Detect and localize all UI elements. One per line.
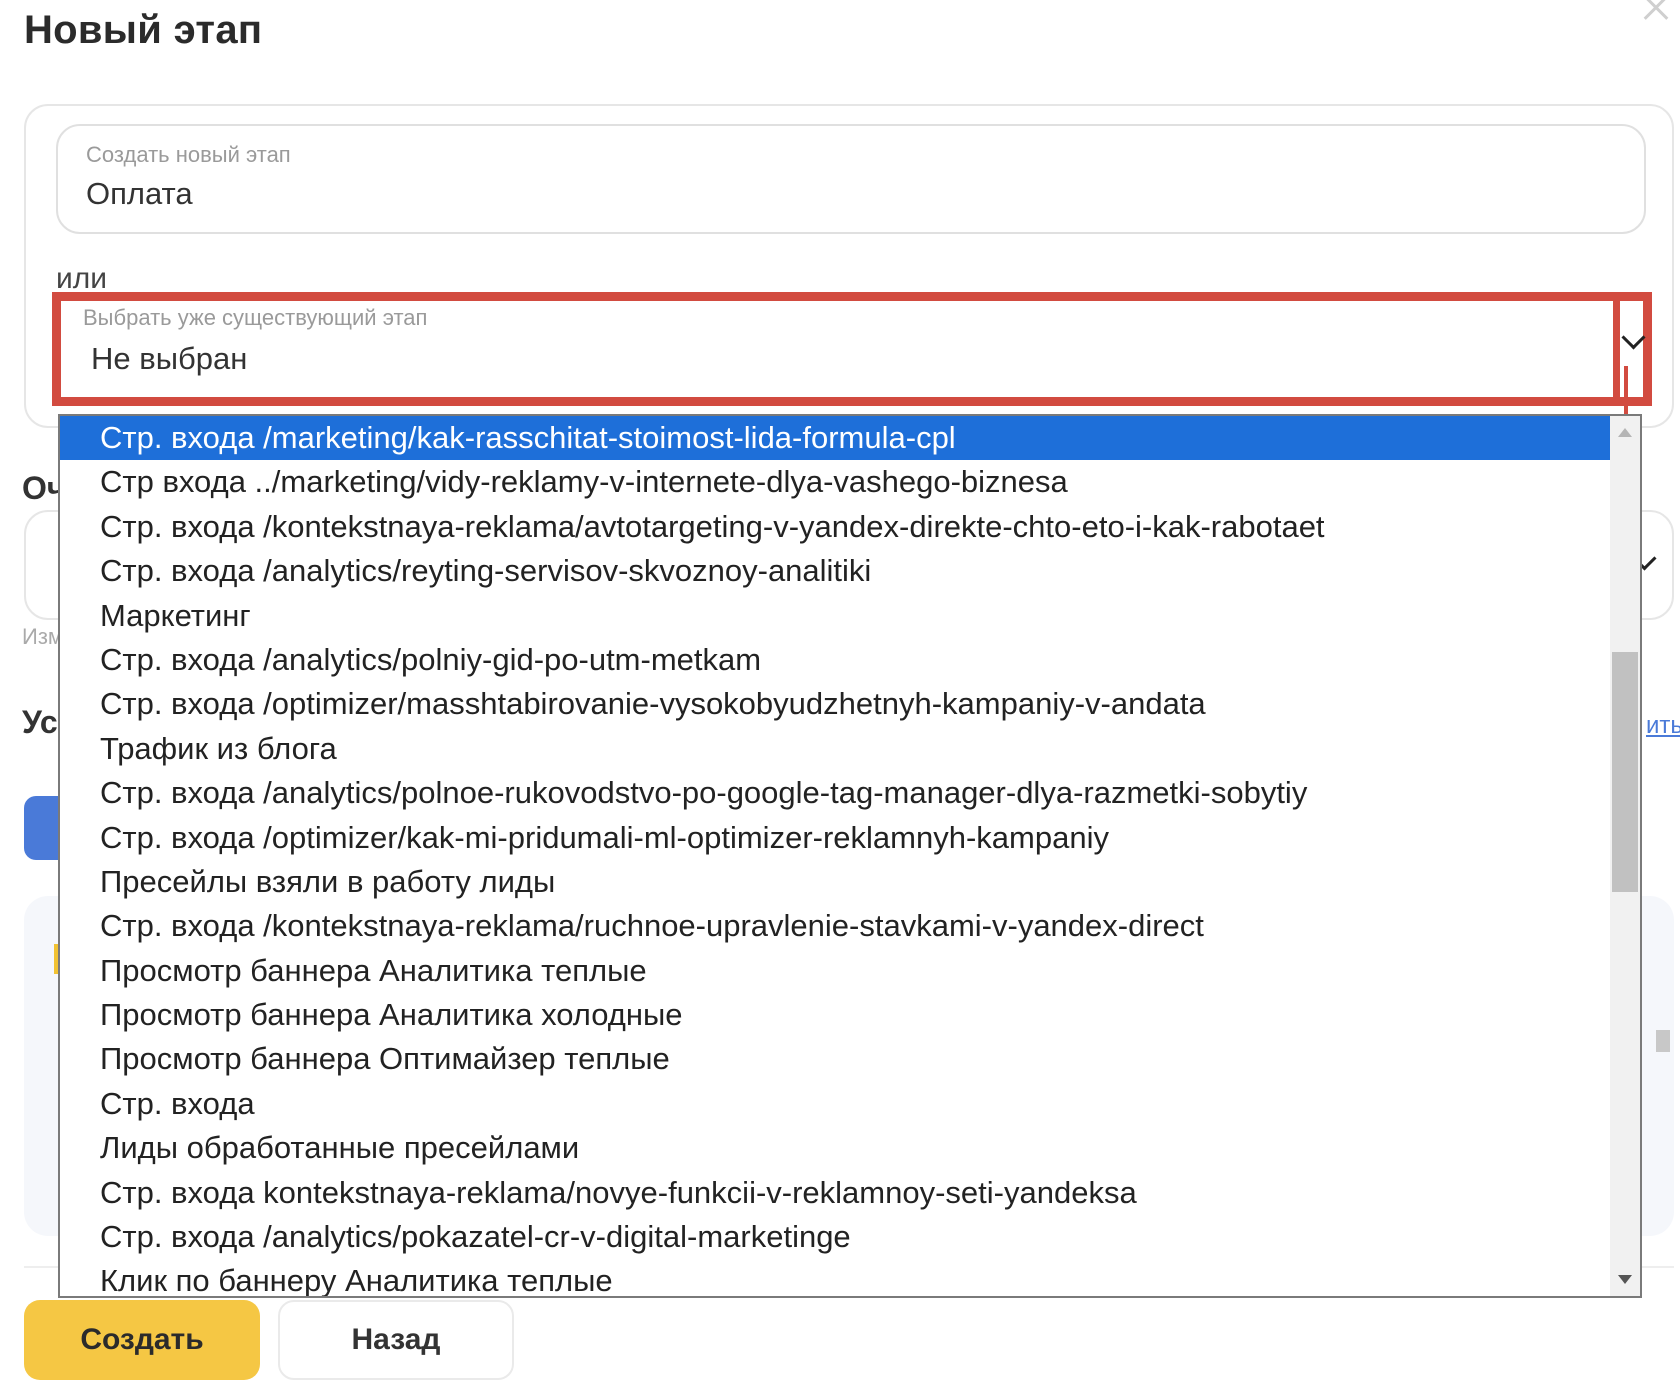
dropdown-option[interactable]: Лиды обработанные пресейлами (60, 1126, 1612, 1170)
queue-hint: Изм (22, 624, 64, 649)
existing-stage-select[interactable]: Выбрать уже существующий этап Не выбран (52, 292, 1652, 406)
new-stage-field[interactable]: Создать новый этап Оплата (56, 124, 1646, 234)
panel-scrollbar[interactable] (1656, 1030, 1670, 1052)
dropdown-option[interactable]: Просмотр баннера Аналитика теплые (60, 949, 1612, 993)
dropdown-option[interactable]: Клик по баннеру Аналитика теплые (60, 1259, 1612, 1296)
dropdown-scrollbar[interactable] (1610, 416, 1640, 1296)
dropdown-option[interactable]: Стр. входа /kontekstnaya-reklama/avtotar… (60, 505, 1612, 549)
dropdown-option[interactable]: Стр. входа /analytics/polniy-gid-po-utm-… (60, 638, 1612, 682)
existing-stage-label: Выбрать уже существующий этап (83, 305, 428, 330)
dropdown-option[interactable]: Стр. входа /optimizer/masshtabirovanie-v… (60, 682, 1612, 726)
create-button[interactable]: Создать (24, 1300, 260, 1380)
or-label: или (56, 262, 108, 295)
dropdown-option[interactable]: Стр. входа /analytics/reyting-servisov-s… (60, 549, 1612, 593)
dropdown-option[interactable]: Стр. входа /analytics/pokazatel-cr-v-dig… (60, 1215, 1612, 1259)
dropdown-option[interactable]: Стр. входа (60, 1082, 1612, 1126)
dropdown-option[interactable]: Просмотр баннера Аналитика холодные (60, 993, 1612, 1037)
dropdown-option[interactable]: Стр. входа /optimizer/kak-mi-pridumali-m… (60, 816, 1612, 860)
existing-stage-value: Не выбран (91, 341, 248, 376)
scroll-up-icon[interactable] (1618, 428, 1632, 437)
close-icon[interactable] (1636, 0, 1676, 28)
dropdown-option[interactable]: Стр входа ../marketing/vidy-reklamy-v-in… (60, 460, 1612, 504)
conditions-link[interactable]: ить (1646, 712, 1680, 740)
scrollbar-thumb[interactable] (1612, 652, 1638, 892)
existing-stage-dropdown[interactable]: Стр. входа /marketing/kak-rasschitat-sto… (58, 414, 1642, 1298)
dropdown-option[interactable]: Маркетинг (60, 594, 1612, 638)
conditions-section-label: Ус (22, 704, 58, 740)
chevron-down-icon[interactable] (1621, 325, 1646, 350)
dropdown-option[interactable]: Пресейлы взяли в работу лиды (60, 860, 1612, 904)
dropdown-options-list: Стр. входа /marketing/kak-rasschitat-sto… (60, 416, 1612, 1296)
dropdown-option[interactable]: Трафик из блога (60, 727, 1612, 771)
select-highlight-divider (1613, 301, 1620, 397)
dropdown-option[interactable]: Стр. входа kontekstnaya-reklama/novye-fu… (60, 1171, 1612, 1215)
scroll-down-icon[interactable] (1618, 1275, 1632, 1284)
dropdown-option[interactable]: Просмотр баннера Оптимайзер теплые (60, 1037, 1612, 1081)
dropdown-option[interactable]: Стр. входа /kontekstnaya-reklama/ruchnoe… (60, 904, 1612, 948)
new-stage-label: Создать новый этап (86, 142, 291, 167)
back-button[interactable]: Назад (278, 1300, 514, 1380)
dialog-title: Новый этап (24, 8, 263, 52)
dropdown-option[interactable]: Стр. входа /marketing/kak-rasschitat-sto… (60, 416, 1612, 461)
new-stage-input[interactable]: Оплата (86, 176, 193, 212)
dropdown-option[interactable]: Стр. входа /analytics/polnoe-rukovodstvo… (60, 771, 1612, 815)
